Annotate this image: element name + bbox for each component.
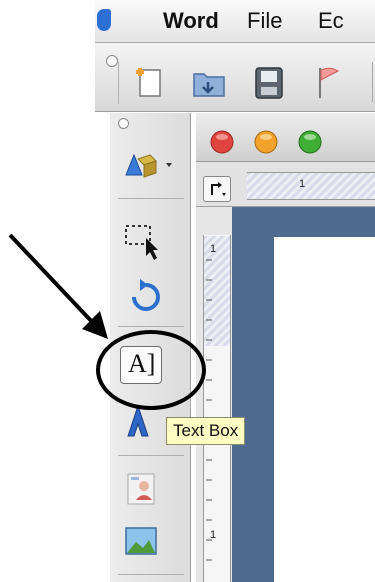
ruler-label: 1 [210,529,217,541]
ruler-label: 1 [299,178,306,190]
3d-shapes-icon [125,153,172,178]
new-document-icon [136,68,161,97]
clip-art-button[interactable] [116,468,174,510]
pointer-arrow-icon [8,233,108,339]
save-icon [255,67,283,99]
zoom-icon [298,130,322,154]
tab-stop-icon [211,182,226,196]
menu-edit[interactable]: Ec [318,8,344,34]
rotate-icon [132,279,160,311]
picture-button[interactable] [116,522,174,564]
toolbar-divider [118,62,119,104]
toolbox-divider [118,455,184,456]
toolbar-divider [372,62,373,102]
document-page[interactable] [274,237,375,582]
clip-art-icon [127,473,155,505]
horizontal-ruler[interactable]: 1 [247,172,375,200]
apple-menu-icon[interactable] [97,9,111,31]
highlight-circle [96,330,206,410]
zoom-window-button[interactable] [298,130,322,154]
toolbox-grip-icon[interactable] [118,118,129,129]
tooltip: Text Box [166,417,246,445]
open-folder-icon [193,73,225,97]
menu-word[interactable]: Word [163,8,219,34]
flag-button[interactable] [310,62,348,102]
vertical-ruler-ticks [206,259,212,561]
new-document-button[interactable] [130,62,168,102]
select-objects-button[interactable] [116,220,174,262]
tab-selector-button[interactable] [203,176,231,202]
save-button[interactable] [250,62,288,102]
minimize-icon [254,130,278,154]
toolbox-divider [118,198,184,199]
open-button[interactable] [190,62,228,102]
toolbar-grip-icon[interactable] [106,55,118,67]
minimize-window-button[interactable] [254,130,278,154]
rotate-button[interactable] [116,275,174,317]
flag-icon [319,67,340,98]
toolbox-divider [118,574,184,575]
menu-file[interactable]: File [247,8,282,34]
3d-shapes-button[interactable] [116,145,174,187]
close-window-button[interactable] [210,130,234,154]
toolbox-divider [118,326,184,327]
ruler-label: 1 [210,243,217,255]
picture-icon [125,527,157,555]
close-icon [210,130,234,154]
select-objects-icon [125,225,158,260]
